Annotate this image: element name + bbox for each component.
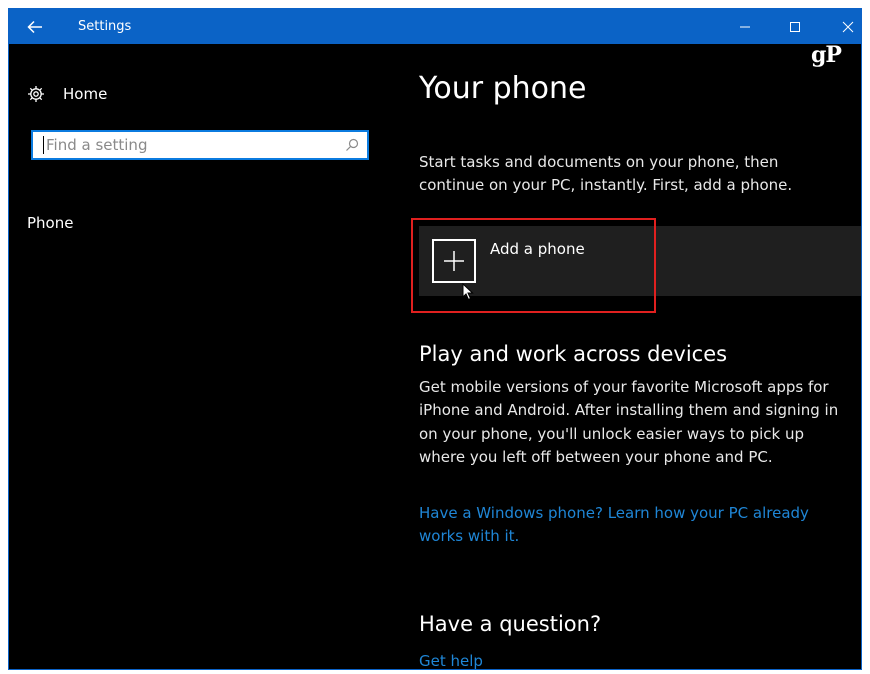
window-title: Settings <box>78 19 132 34</box>
gear-icon <box>28 86 44 102</box>
close-button[interactable] <box>825 9 861 44</box>
play-work-heading: Play and work across devices <box>419 342 728 366</box>
back-arrow-icon <box>27 20 42 33</box>
minimize-icon <box>740 26 750 27</box>
intro-text: Start tasks and documents on your phone,… <box>419 153 793 194</box>
title-bar: Settings <box>9 9 861 44</box>
search-input[interactable] <box>44 133 341 157</box>
search-box[interactable] <box>31 130 369 160</box>
search-icon[interactable] <box>341 134 363 156</box>
question-heading: Have a question? <box>419 612 602 636</box>
plus-icon <box>432 239 476 283</box>
page-title: Your phone <box>419 71 587 106</box>
settings-window: Settings gP Home Find a setting Phone Yo… <box>9 9 861 669</box>
back-button[interactable] <box>9 9 61 44</box>
maximize-button[interactable] <box>772 9 818 44</box>
sidebar-item-phone[interactable]: Phone <box>27 214 73 232</box>
windows-phone-link[interactable]: Have a Windows phone? Learn how your PC … <box>419 502 839 548</box>
get-help-link[interactable]: Get help <box>419 650 839 669</box>
home-label: Home <box>63 85 108 103</box>
watermark-logo: gP <box>811 42 842 68</box>
minimize-button[interactable] <box>722 9 768 44</box>
maximize-icon <box>790 21 800 32</box>
add-phone-label: Add a phone <box>490 240 585 258</box>
play-work-description: Get mobile versions of your favorite Mic… <box>419 378 839 467</box>
close-icon <box>842 21 854 32</box>
add-phone-card[interactable]: Add a phone <box>411 218 861 313</box>
sidebar-home[interactable]: Home <box>27 79 107 109</box>
mouse-cursor-icon <box>462 283 474 301</box>
